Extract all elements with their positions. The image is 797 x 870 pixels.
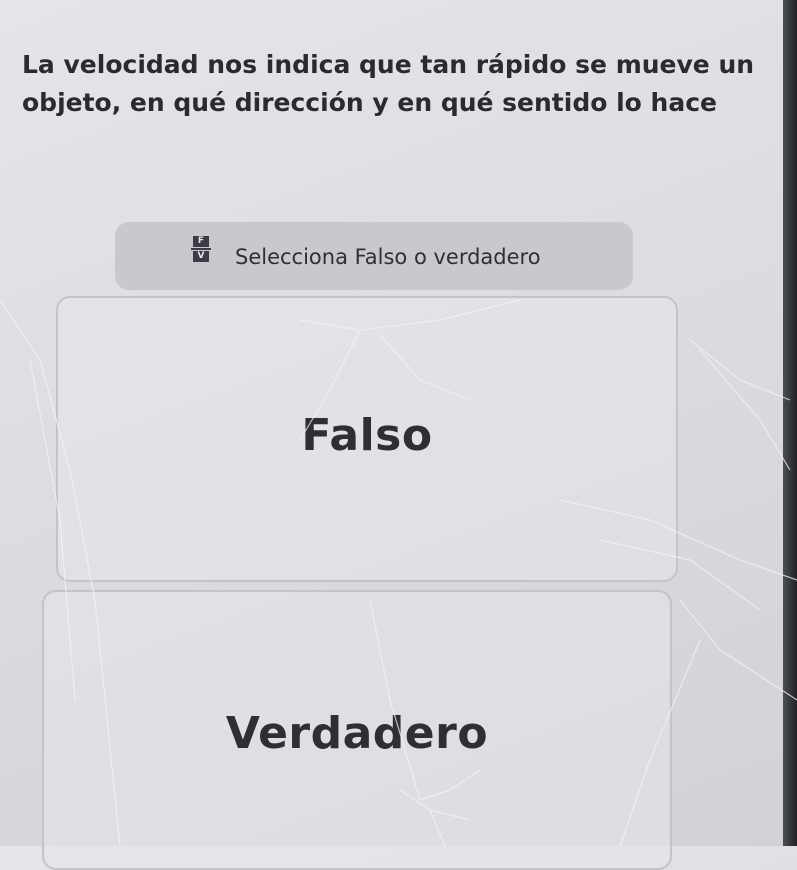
option-falso-button[interactable]: Falso [56, 296, 678, 582]
question-text: La velocidad nos indica que tan rápido s… [22, 50, 755, 117]
option-verdadero-button[interactable]: Verdadero [42, 590, 672, 870]
screen-edge [783, 0, 797, 846]
icon-letter-true: V [193, 251, 209, 262]
icon-fraction-line [191, 248, 211, 250]
true-false-icon: F V [187, 234, 215, 264]
instruction-banner: F V Selecciona Falso o verdadero [115, 222, 633, 290]
instruction-text: Selecciona Falso o verdadero [235, 245, 541, 269]
option-verdadero-label: Verdadero [225, 708, 489, 759]
icon-letter-false: F [193, 236, 209, 247]
option-falso-label: Falso [301, 410, 433, 461]
